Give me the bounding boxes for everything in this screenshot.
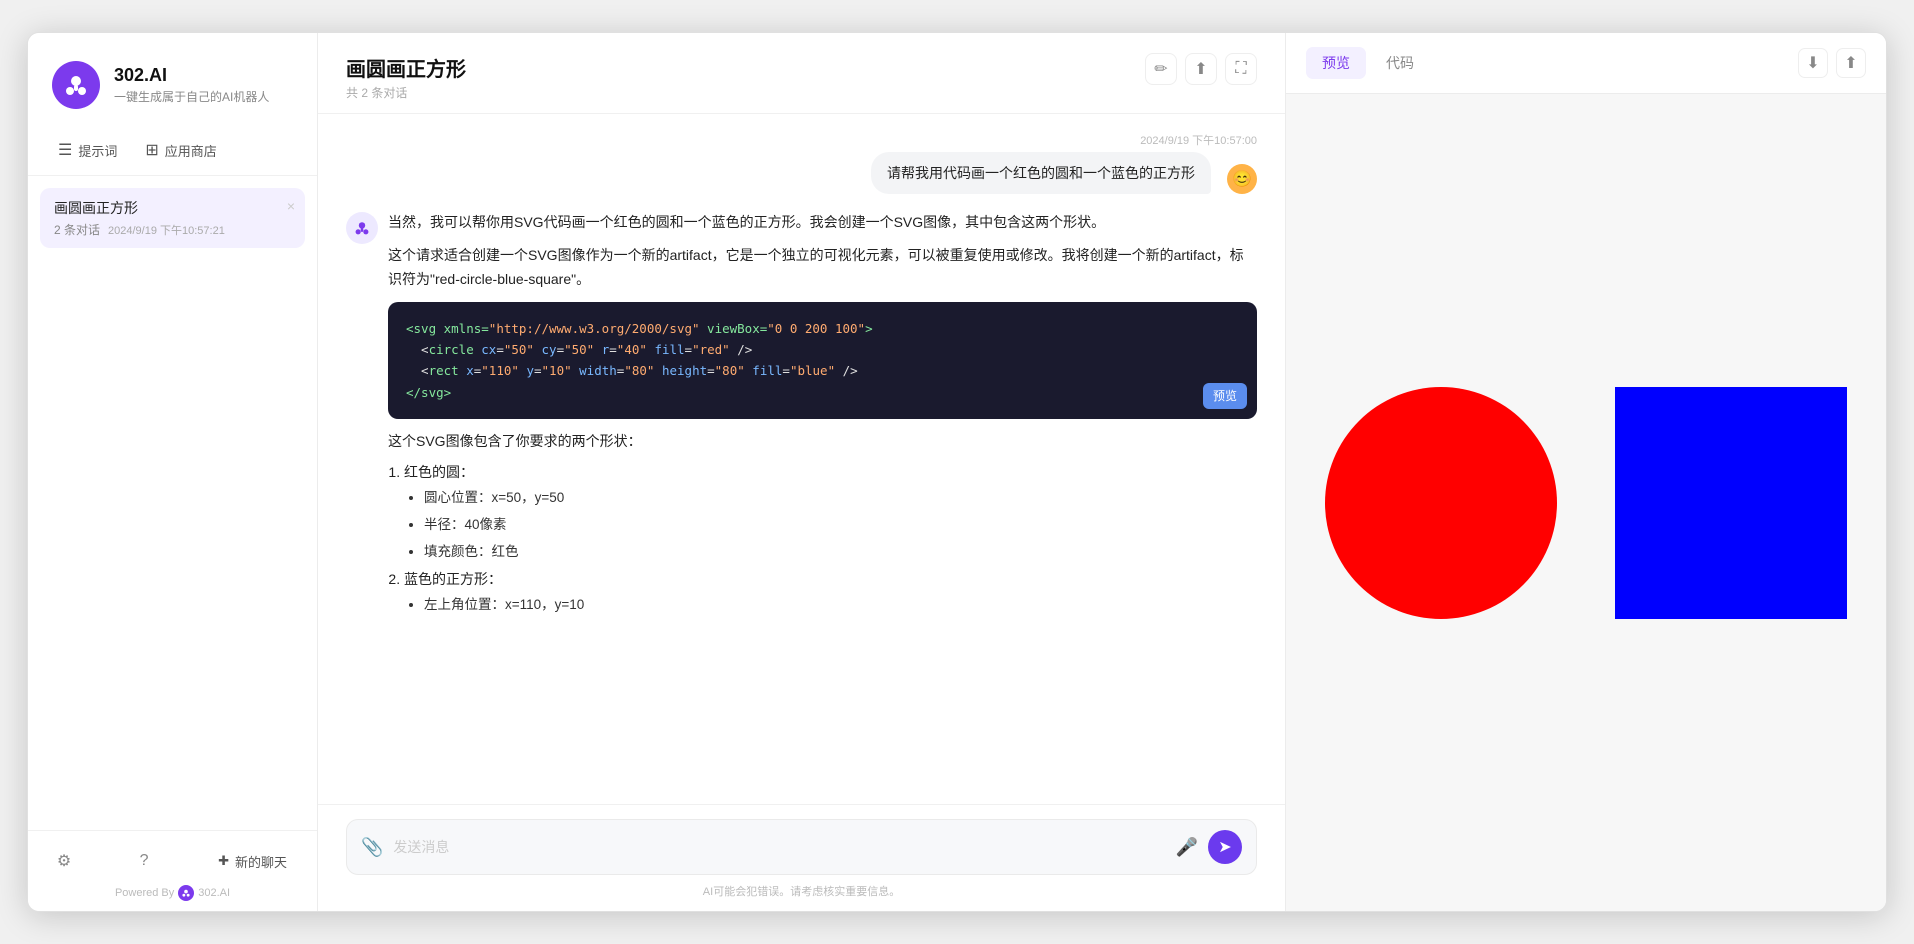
code-line-2: <circle cx="50" cy="50" r="40" fill="red… — [406, 342, 752, 357]
sub-item-1-3: 填充颜色：红色 — [424, 541, 1257, 564]
new-chat-button[interactable]: ✚ 新的聊天 — [208, 846, 297, 877]
ai-after-code: 这个SVG图像包含了你要求的两个形状： — [388, 429, 1257, 454]
sidebar-footer: ⚙ ? ✚ 新的聊天 Powered By 302.AI — [28, 830, 317, 911]
ai-para-2: 这个请求适合创建一个SVG图像作为一个新的artifact，它是一个独立的可视化… — [388, 243, 1257, 292]
tab-code[interactable]: 代码 — [1370, 47, 1430, 79]
svg-rect — [1615, 387, 1847, 619]
ai-list: 红色的圆： 圆心位置：x=50，y=50 半径：40像素 填充颜色：红色 蓝色的… — [404, 461, 1257, 616]
close-conversation-icon[interactable]: × — [287, 198, 295, 214]
sub-item-1-2: 半径：40像素 — [424, 514, 1257, 537]
chat-input[interactable] — [393, 839, 1165, 855]
code-preview-button[interactable]: 预览 — [1203, 383, 1247, 409]
code-line-1: <svg xmlns="http://www.w3.org/2000/svg" … — [406, 321, 873, 336]
powered-by-label: Powered By — [115, 887, 174, 899]
chat-header-left: 画圆画正方形 共 2 条对话 — [346, 53, 466, 101]
edit-chat-button[interactable]: ✏ — [1145, 53, 1177, 85]
preview-panel: 预览 代码 ⬇ ⬆ — [1286, 33, 1886, 911]
sidebar-nav: ☰ 提示词 ⊞ 应用商店 — [28, 125, 317, 176]
conversation-count: 2 条对话 — [54, 221, 100, 238]
ai-avatar — [346, 212, 378, 244]
ai-message-content: 当然，我可以帮你用SVG代码画一个红色的圆和一个蓝色的正方形。我会创建一个SVG… — [388, 210, 1257, 624]
list-item-2-sub: 左上角位置：x=110，y=10 — [424, 594, 1257, 617]
powered-by-logo — [178, 885, 194, 901]
preview-tabs: 预览 代码 — [1306, 47, 1430, 79]
preview-share-button[interactable]: ⬆ — [1836, 48, 1866, 78]
message-row-user: 2024/9/19 下午10:57:00 请帮我用代码画一个红色的圆和一个蓝色的… — [346, 132, 1257, 194]
sidebar: 302.AI 一键生成属于自己的AI机器人 ☰ 提示词 ⊞ 应用商店 画圆画正方… — [28, 33, 318, 911]
chat-header: 画圆画正方形 共 2 条对话 ✏ ⬆ ⛶ — [318, 33, 1285, 114]
code-line-3: <rect x="110" y="10" width="80" height="… — [406, 363, 858, 378]
chat-title: 画圆画正方形 — [346, 53, 466, 82]
app-title: 302.AI — [114, 65, 269, 86]
app-subtitle: 一键生成属于自己的AI机器人 — [114, 88, 269, 105]
preview-svg-area — [1286, 94, 1886, 911]
preview-download-button[interactable]: ⬇ — [1798, 48, 1828, 78]
expand-chat-button[interactable]: ⛶ — [1225, 53, 1257, 85]
code-line-4: </svg> — [406, 385, 451, 400]
user-avatar: 😊 — [1227, 164, 1257, 194]
sidebar-header: 302.AI 一键生成属于自己的AI机器人 — [28, 33, 317, 125]
nav-prompt-label: 提示词 — [78, 141, 117, 160]
mic-button[interactable]: 🎤 — [1176, 837, 1198, 858]
app-window: 302.AI 一键生成属于自己的AI机器人 ☰ 提示词 ⊞ 应用商店 画圆画正方… — [27, 32, 1887, 912]
message-row-ai: 当然，我可以帮你用SVG代码画一个红色的圆和一个蓝色的正方形。我会创建一个SVG… — [346, 210, 1257, 624]
powered-by-brand: 302.AI — [198, 887, 230, 899]
preview-content — [1286, 94, 1886, 911]
conversation-item[interactable]: 画圆画正方形 2 条对话 2024/9/19 下午10:57:21 × — [40, 188, 305, 248]
preview-svg — [1296, 283, 1876, 723]
user-message-bubble: 请帮我用代码画一个红色的圆和一个蓝色的正方形 — [871, 152, 1211, 194]
code-block: <svg xmlns="http://www.w3.org/2000/svg" … — [388, 302, 1257, 419]
nav-store-btn[interactable]: ⊞ 应用商店 — [131, 133, 230, 167]
preview-header: 预览 代码 ⬇ ⬆ — [1286, 33, 1886, 94]
settings-icon[interactable]: ⚙ — [48, 845, 80, 877]
sub-item-1-1: 圆心位置：x=50，y=50 — [424, 487, 1257, 510]
send-icon: ➤ — [1218, 837, 1231, 857]
list-item-1: 红色的圆： 圆心位置：x=50，y=50 半径：40像素 填充颜色：红色 — [404, 461, 1257, 564]
conversations-list: 画圆画正方形 2 条对话 2024/9/19 下午10:57:21 × — [28, 176, 317, 830]
share-chat-button[interactable]: ⬆ — [1185, 53, 1217, 85]
chat-disclaimer: AI可能会犯错误。请考虑核实重要信息。 — [346, 883, 1257, 899]
sidebar-title-area: 302.AI 一键生成属于自己的AI机器人 — [114, 65, 269, 105]
user-message-inner: 2024/9/19 下午10:57:00 请帮我用代码画一个红色的圆和一个蓝色的… — [871, 132, 1257, 194]
ai-para-1: 当然，我可以帮你用SVG代码画一个红色的圆和一个蓝色的正方形。我会创建一个SVG… — [388, 210, 1257, 235]
message-timestamp: 2024/9/19 下午10:57:00 — [1140, 132, 1257, 148]
conversation-title: 画圆画正方形 — [54, 198, 291, 218]
svg-circle — [1325, 387, 1557, 619]
list-item-1-sub: 圆心位置：x=50，y=50 半径：40像素 填充颜色：红色 — [424, 487, 1257, 564]
footer-icons-row: ⚙ ? ✚ 新的聊天 — [48, 845, 297, 877]
store-icon: ⊞ — [145, 140, 158, 160]
chat-subtitle: 共 2 条对话 — [346, 84, 466, 101]
new-chat-icon: ✚ — [218, 853, 229, 869]
tab-preview[interactable]: 预览 — [1306, 47, 1366, 79]
sub-item-2-1: 左上角位置：x=110，y=10 — [424, 594, 1257, 617]
prompt-icon: ☰ — [58, 140, 72, 160]
new-chat-label: 新的聊天 — [235, 852, 287, 871]
powered-by: Powered By 302.AI — [48, 885, 297, 901]
chat-header-actions: ✏ ⬆ ⛶ — [1145, 53, 1257, 85]
list-item-2: 蓝色的正方形： 左上角位置：x=110，y=10 — [404, 568, 1257, 617]
attach-button[interactable]: 📎 — [361, 837, 383, 858]
chat-input-area: 📎 🎤 ➤ AI可能会犯错误。请考虑核实重要信息。 — [318, 804, 1285, 911]
chat-input-row: 📎 🎤 ➤ — [346, 819, 1257, 875]
preview-header-right: ⬇ ⬆ — [1798, 48, 1866, 78]
help-icon[interactable]: ? — [128, 845, 160, 877]
conversation-meta: 2 条对话 2024/9/19 下午10:57:21 — [54, 221, 291, 238]
chat-messages: 2024/9/19 下午10:57:00 请帮我用代码画一个红色的圆和一个蓝色的… — [318, 114, 1285, 804]
app-logo — [52, 61, 100, 109]
main-chat: 画圆画正方形 共 2 条对话 ✏ ⬆ ⛶ 2024/9/19 下午10:57:0… — [318, 33, 1286, 911]
nav-store-label: 应用商店 — [165, 141, 217, 160]
conversation-time: 2024/9/19 下午10:57:21 — [108, 222, 225, 238]
nav-prompt-btn[interactable]: ☰ 提示词 — [44, 133, 131, 167]
ai-after-code-text: 这个SVG图像包含了你要求的两个形状： — [388, 429, 1257, 454]
ai-text-body: 当然，我可以帮你用SVG代码画一个红色的圆和一个蓝色的正方形。我会创建一个SVG… — [388, 210, 1257, 292]
send-button[interactable]: ➤ — [1208, 830, 1242, 864]
